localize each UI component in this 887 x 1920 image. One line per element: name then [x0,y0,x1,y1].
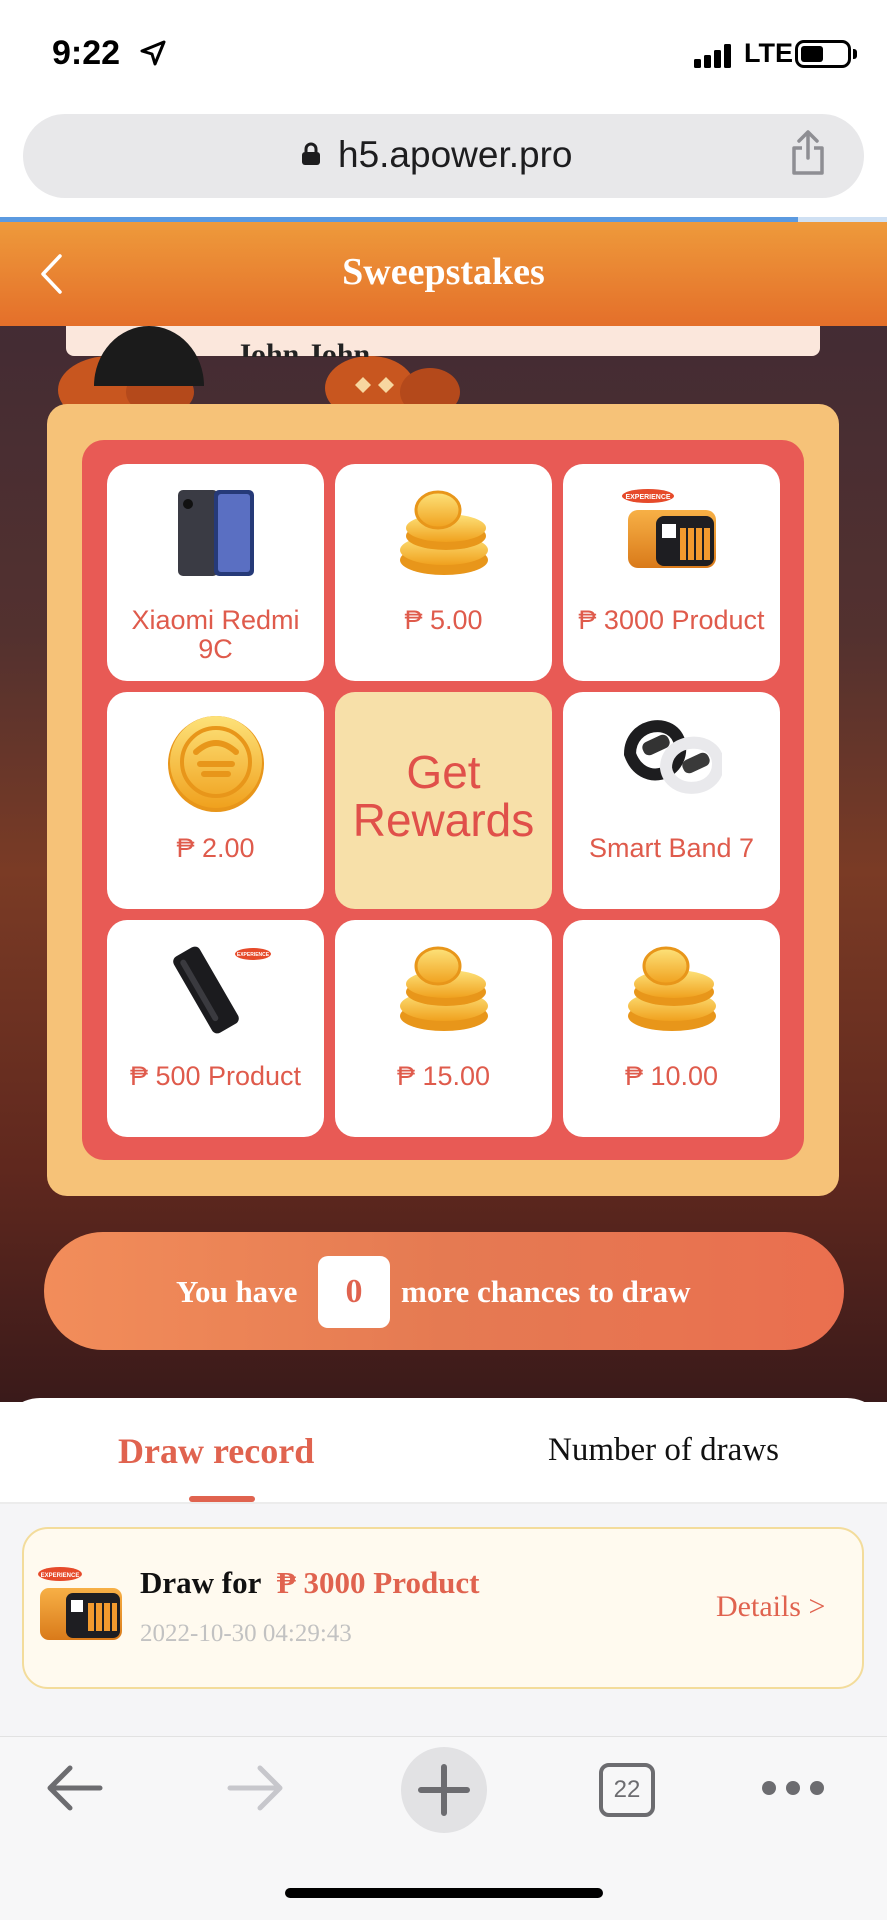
prize-cell: ₱ 10.00 [563,920,780,1137]
phone-icon [177,490,254,576]
tabs-count-button[interactable]: 22 [599,1763,655,1817]
smart-band-icon [623,720,722,794]
prize-cell: ₱ 15.00 [335,920,552,1137]
record-prize: ₱ 3000 Product [276,1565,480,1600]
more-icon[interactable] [760,1779,826,1797]
prize-cell: EXPERIENCE ₱ 3000 Product [563,464,780,681]
prize-label: ₱ 3000 Product [578,605,765,635]
power-bank-icon: EXPERIENCE [172,946,271,1034]
power-station-icon: EXPERIENCE [621,489,716,568]
prize-cell: Smart Band 7 [563,692,780,909]
coins-icon [399,946,488,1031]
badge-text: EXPERIENCE [41,1573,80,1579]
network-type: LTE [744,38,793,68]
prize-label: ₱ 15.00 [396,1061,491,1091]
record-title: Draw for ₱ 3000 Product [140,1565,480,1601]
prize-label: ₱ 5.00 [404,605,483,635]
forward-arrow-icon[interactable] [226,1762,286,1814]
clock: 9:22 [52,34,121,72]
badge-text: EXPERIENCE [236,952,269,958]
home-indicator [285,1888,603,1898]
plus-icon [418,1764,470,1816]
prize-cell: EXPERIENCE ₱ 500 Product [107,920,324,1137]
battery-tip [853,49,857,59]
chances-suffix: more chances to draw [401,1274,691,1309]
prize-label: Smart Band 7 [588,833,755,863]
location-arrow-icon [140,40,166,66]
battery-icon [795,40,851,68]
coins-icon [399,490,488,575]
page-title: Sweepstakes [342,251,545,293]
record-prefix: Draw for [140,1565,262,1600]
new-tab-button[interactable] [401,1747,487,1833]
get-rewards-button[interactable]: Get Rewards [335,692,552,909]
chances-count: 0 [318,1256,390,1328]
share-icon[interactable] [790,130,826,176]
lock-icon [302,142,320,165]
details-link[interactable]: Details > [716,1590,825,1624]
badge-text: EXPERIENCE [625,494,670,501]
back-arrow-icon[interactable] [44,1762,104,1814]
tab-draw-record[interactable]: Draw record [118,1430,314,1472]
prize-cell: Xiaomi Redmi 9C [107,464,324,681]
prize-label: ₱ 2.00 [176,833,255,863]
ticker-winner-name: John John [236,338,371,357]
prize-cell: ₱ 5.00 [335,464,552,681]
signal-icon [694,44,731,68]
url-text[interactable]: h5.apower.pro [338,134,573,176]
prize-cell: ₱ 2.00 [107,692,324,909]
prize-label: Xiaomi Redmi 9C [131,605,300,664]
chances-prefix: You have [176,1274,298,1309]
prize-label: ₱ 500 Product [129,1061,302,1091]
coin-icon [167,716,264,812]
record-timestamp: 2022-10-30 04:29:43 [140,1620,352,1647]
prize-label: ₱ 10.00 [624,1061,719,1091]
tab-number-of-draws[interactable]: Number of draws [548,1432,779,1469]
coins-icon [627,946,716,1031]
power-station-icon: EXPERIENCE [38,1567,122,1640]
get-rewards-label: Get Rewards [352,746,535,846]
